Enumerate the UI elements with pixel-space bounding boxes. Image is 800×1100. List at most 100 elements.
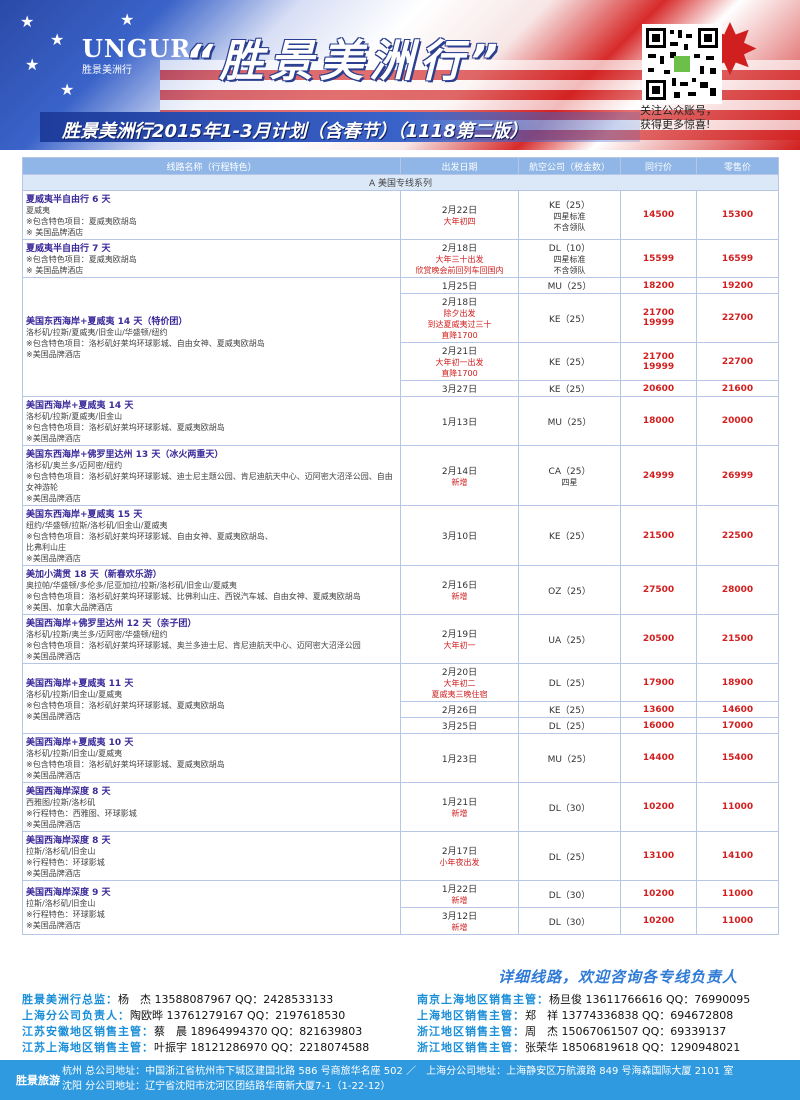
- star-icon: ★: [120, 10, 135, 29]
- airline-cell: DL（25）: [518, 663, 621, 702]
- retail-price: 15400: [721, 753, 754, 763]
- retail-price-cell: 15300: [696, 190, 779, 240]
- date-cell: 3月12日 新增: [400, 907, 519, 935]
- route-feature: ※包含特色项目：洛杉矶好莱坞环球影城、比佛利山庄、西锐汽车城、自由女神、夏威夷欧…: [26, 592, 361, 601]
- peer-price-cell: 24999: [620, 445, 697, 506]
- table-row: 美国东西海岸+夏威夷 15 天纽约/华盛顿/拉斯/洛杉矶/旧金山/夏威夷 ※包含特…: [22, 505, 779, 566]
- peer-price: 16000: [642, 720, 675, 731]
- peer-price: 18000: [642, 416, 675, 426]
- route-cell: 美国东西海岸+夏威夷 14 天（特价团） 洛杉矶/拉斯/夏威夷/旧金山/华盛顿/纽…: [22, 277, 401, 397]
- retail-price-cell: 21600: [696, 380, 779, 397]
- route-name: 美国西海岸深度 9 天: [26, 885, 397, 898]
- airline-cell: KE（25）: [518, 701, 621, 718]
- retail-price-cell: 18900: [696, 663, 779, 702]
- departure-date: 2月18日: [441, 244, 478, 254]
- peer-price: 21700: [642, 308, 675, 318]
- date-note: 欣赏晚会前回列车回国内: [415, 266, 504, 275]
- route-name: 美国西海岸+佛罗里达州 12 天（亲子团）: [26, 616, 397, 629]
- date-note: 新增: [451, 923, 468, 932]
- airline-cell: UA（25）: [518, 614, 621, 664]
- date-note: 新增: [451, 592, 468, 601]
- col-header-route: 线路名称（行程特色）: [22, 157, 401, 175]
- route-name-text: 美国西海岸深度 9 天: [26, 887, 111, 898]
- route-name: 美国西海岸深度 8 天: [26, 833, 397, 846]
- airline-note: 四星: [561, 477, 578, 487]
- peer-price: 14500: [642, 210, 675, 220]
- peer-price: 10200: [642, 916, 675, 926]
- route-feature: ※包含特色项目：洛杉矶好莱坞环球影城、迪士尼主题公园、肯尼迪航天中心、迈阿密大沼…: [26, 472, 393, 492]
- footer-bar: 胜景旅游 杭州 总公司地址：中国浙江省杭州市下城区建国北路 586 号商旅华名座…: [0, 1060, 800, 1100]
- airline-cell: DL（25）: [518, 831, 621, 881]
- route-cities: 洛杉矶/奥兰多/迈阿密/纽约: [26, 461, 123, 470]
- retail-price-cell: 22700: [696, 342, 779, 381]
- section-row: A 美国专线系列: [22, 174, 779, 191]
- route-cell: 美国东西海岸+佛罗里达州 13 天（冰火两重天） 洛杉矶/奥兰多/迈阿密/纽约 ※包…: [22, 445, 401, 506]
- route-name-text: 夏威夷半自由行 7 天: [26, 244, 111, 254]
- retail-price: 21500: [721, 634, 754, 644]
- route-feature: ※美国品牌酒店: [26, 711, 81, 721]
- route-name: 夏威夷半自由行 6 天: [26, 192, 397, 205]
- retail-price: 17000: [721, 720, 754, 731]
- peer-price-cell: 10200: [620, 782, 697, 832]
- departure-date: 3月25日: [441, 722, 478, 732]
- footer-address-line: 沈阳 分公司地址：辽宁省沈阳市沈河区团结路华南新大厦7-1（1-22-12）: [62, 1081, 391, 1092]
- contact-row: 江苏上海地区销售主管：叶振宇 18121286970 QQ：2218074588…: [22, 1040, 792, 1056]
- departure-date: 2月22日: [441, 206, 478, 216]
- peer-price: 21700: [642, 351, 675, 362]
- date-cell: 1月22日 新增: [400, 880, 519, 908]
- route-feature: ※美国品牌酒店: [26, 494, 81, 503]
- route-cities: 洛杉矶/拉斯/旧金山/夏威夷: [26, 689, 123, 699]
- route-name-text: 美国西海岸深度 8 天: [26, 836, 111, 846]
- retail-price-cell: 20000: [696, 396, 779, 446]
- departure-date: 2月14日: [441, 466, 478, 477]
- retail-price: 20000: [721, 416, 754, 426]
- peer-price: 20600: [642, 383, 675, 394]
- peer-price: 13600: [642, 704, 675, 715]
- section-title: A 美国专线系列: [22, 174, 779, 191]
- airline-note: 不含领队: [553, 266, 586, 275]
- table-row: 美加小满贯 18 天（新春欢乐游） 奥拉帕/华盛顿/多伦多/尼亚加拉/拉斯/洛杉矶…: [22, 565, 779, 615]
- route-cities: 西雅图/拉斯/洛杉矶: [26, 798, 96, 807]
- date-note: 大年初四: [443, 217, 476, 226]
- route-name: 美国东西海岸+夏威夷 14 天（特价团）: [26, 314, 397, 327]
- airline: DL（25）: [548, 852, 591, 863]
- airline-cell: KE（25）: [518, 380, 621, 397]
- col-header-date: 出发日期: [400, 157, 519, 175]
- airline-cell: KE（25）: [518, 505, 621, 566]
- route-cell: 美国西海岸+佛罗里达州 12 天（亲子团） 洛杉矶/拉斯/奥兰多/迈阿密/华盛顿/…: [22, 614, 401, 664]
- contact-info: 杨旦俊 13611766616 QQ：76990095: [549, 993, 751, 1006]
- retail-price-cell: 21500: [696, 614, 779, 664]
- star-icon: ★: [20, 12, 35, 31]
- retail-price: 26999: [721, 470, 754, 481]
- route-cities: 夏威夷: [26, 206, 50, 215]
- contact-role: 江苏安徽地区销售主管：: [22, 1025, 154, 1038]
- route-name-text: 美国东西海岸+夏威夷 15 天: [26, 510, 143, 520]
- airline-cell: DL（10） 四星标准 不含领队: [518, 239, 621, 278]
- route-name: 美国东西海岸+夏威夷 15 天: [26, 507, 397, 520]
- airline-cell: MU（25）: [518, 733, 621, 783]
- contact-info: 陶欧晔 13761279167 QQ：2197618530: [130, 1009, 346, 1022]
- contact-role: 上海地区销售主管：: [417, 1009, 525, 1022]
- peer-price: 15599: [642, 253, 675, 264]
- peer-price: 14400: [642, 753, 675, 763]
- contact-role: 浙江地区销售主管：: [417, 1025, 525, 1038]
- peer-price-cell: 18200: [620, 277, 697, 294]
- retail-price: 14600: [721, 704, 754, 715]
- logo: UNGUR 胜景美洲行: [82, 34, 190, 84]
- peer-price-cell: 16000: [620, 717, 697, 734]
- peer-price: 13100: [642, 851, 675, 861]
- route-cities: 洛杉矶/拉斯/夏威夷/旧金山/华盛顿/纽约: [26, 328, 168, 337]
- contact-role: 胜景美洲行总监：: [22, 993, 118, 1006]
- contact-role: 上海分公司负责人：: [22, 1009, 130, 1022]
- table-row: 美国东西海岸+夏威夷 14 天（特价团） 洛杉矶/拉斯/夏威夷/旧金山/华盛顿/纽…: [22, 277, 779, 397]
- airline: DL（25）: [548, 679, 591, 689]
- retail-price-cell: 14100: [696, 831, 779, 881]
- table-row: 夏威夷半自由行 7 天 ※包含特色项目：夏威夷欧胡岛 ※ 美国品牌酒店 2月18日 大年…: [22, 239, 779, 278]
- date-note: 大年初二: [443, 679, 476, 688]
- qr-code[interactable]: [642, 24, 722, 104]
- retail-price: 28000: [721, 585, 754, 595]
- airline: KE（25）: [548, 358, 591, 368]
- retail-price: 15300: [721, 210, 754, 220]
- airline-note: 四星标准: [553, 255, 586, 264]
- route-feature: ※美国品牌酒店: [26, 820, 81, 829]
